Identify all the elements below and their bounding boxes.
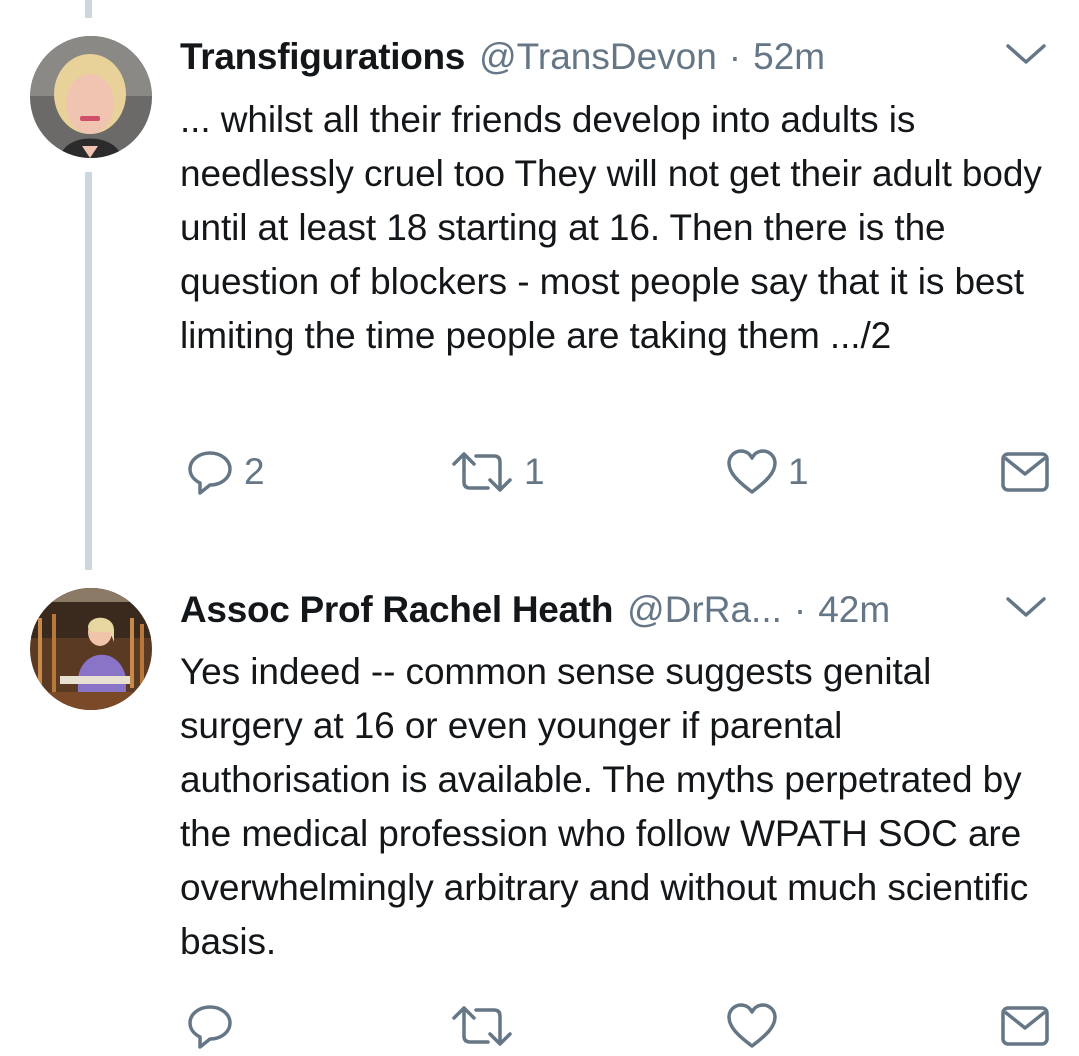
retweet-icon [452, 452, 512, 492]
avatar[interactable] [30, 588, 152, 710]
timestamp[interactable]: 52m [753, 32, 825, 82]
reply-icon [188, 451, 232, 495]
tweet[interactable]: Transfigurations @TransDevon · 52m ... w… [0, 0, 1079, 540]
tweet-text: ... whilst all their friends develop int… [180, 99, 1042, 356]
username[interactable]: @DrRa... [627, 585, 782, 635]
retweet-count: 1 [524, 451, 545, 492]
retweet-button[interactable] [450, 996, 524, 1056]
retweet-icon [452, 1006, 512, 1046]
reply-count: 2 [244, 451, 265, 492]
separator-dot: · [793, 589, 807, 630]
envelope-icon [1001, 1006, 1049, 1046]
heart-icon [727, 449, 777, 494]
chevron-down-icon[interactable] [1005, 595, 1047, 619]
username[interactable]: @TransDevon [479, 32, 717, 82]
like-count: 1 [788, 451, 809, 492]
retweet-button[interactable]: 1 [450, 442, 545, 502]
display-name[interactable]: Assoc Prof Rachel Heath [180, 585, 613, 635]
display-name[interactable]: Transfigurations [180, 32, 465, 82]
heart-icon [727, 1003, 777, 1048]
tweet-text: Yes indeed -- common sense suggests geni… [180, 651, 1029, 962]
like-button[interactable]: 1 [726, 442, 809, 502]
reply-button[interactable] [186, 996, 244, 1056]
timestamp[interactable]: 42m [818, 585, 890, 635]
reply-button[interactable]: 2 [186, 442, 265, 502]
avatar[interactable] [30, 36, 152, 158]
separator-dot: · [728, 36, 742, 77]
reply-icon [188, 1005, 232, 1049]
direct-message-button[interactable] [1000, 996, 1050, 1056]
direct-message-button[interactable] [1000, 442, 1050, 502]
tweet[interactable]: Assoc Prof Rachel Heath @DrRa... · 42m Y… [0, 540, 1079, 1049]
like-button[interactable] [726, 996, 788, 1056]
tweet-actions: 2 1 1 [0, 442, 1079, 502]
chevron-down-icon[interactable] [1005, 42, 1047, 66]
tweet-header: Transfigurations @TransDevon · 52m [180, 32, 1049, 82]
tweet-actions [0, 996, 1079, 1056]
tweet-header: Assoc Prof Rachel Heath @DrRa... · 42m [180, 585, 1049, 635]
envelope-icon [1001, 452, 1049, 492]
